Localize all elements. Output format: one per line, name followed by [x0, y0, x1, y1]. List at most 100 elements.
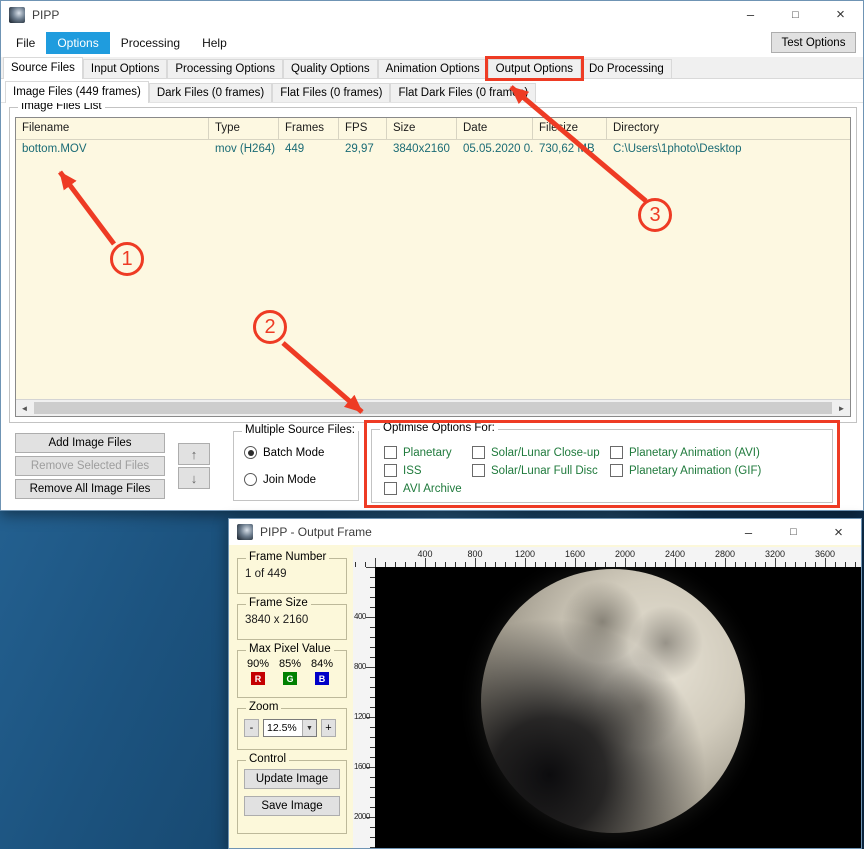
tab-source-files[interactable]: Source Files	[3, 57, 83, 79]
menu-bar: File Options Processing Help Test Option…	[1, 28, 863, 57]
up-arrow-icon: ↑	[191, 447, 198, 462]
remove-selected-files-button[interactable]: Remove Selected Files	[15, 456, 165, 476]
column-header-filename[interactable]: Filename	[16, 118, 209, 139]
table-row[interactable]: bottom.MOV mov (H264) 449 29,97 3840x216…	[16, 140, 850, 160]
max-pixel-b-value: 84%	[306, 658, 338, 670]
subtab-flat-dark-files[interactable]: Flat Dark Files (0 frames)	[390, 83, 536, 102]
horizontal-scrollbar[interactable]: ◄ ►	[16, 399, 850, 416]
ruler-tick-label: 2000	[353, 812, 373, 821]
ruler-tick-label: 400	[353, 612, 373, 621]
ruler-tick-label: 2000	[607, 549, 643, 559]
add-image-files-button[interactable]: Add Image Files	[15, 433, 165, 453]
tab-input-options[interactable]: Input Options	[83, 59, 167, 78]
max-pixel-g-value: 85%	[274, 658, 306, 670]
column-header-fps[interactable]: FPS	[339, 118, 387, 139]
subtab-image-files[interactable]: Image Files (449 frames)	[5, 81, 149, 103]
scroll-right-icon[interactable]: ►	[833, 400, 850, 416]
frame-size-group: Frame Size 3840 x 2160	[237, 604, 347, 640]
subtab-flat-files[interactable]: Flat Files (0 frames)	[272, 83, 390, 102]
column-header-directory[interactable]: Directory	[607, 118, 850, 139]
green-channel-icon: G	[283, 672, 297, 685]
scroll-left-icon[interactable]: ◄	[16, 400, 33, 416]
zoom-level-select[interactable]: 12.5% ▼	[263, 719, 317, 737]
app-icon	[9, 7, 25, 23]
close-button[interactable]: ×	[818, 1, 863, 28]
group-label: Frame Size	[246, 597, 311, 609]
annotation-circle-3: 3	[638, 198, 672, 232]
subtab-dark-files[interactable]: Dark Files (0 frames)	[149, 83, 272, 102]
annotation-circle-1: 1	[110, 242, 144, 276]
ruler-tick-label: 3600	[807, 549, 843, 559]
cell-size: 3840x2160	[387, 140, 457, 160]
zoom-level-value: 12.5%	[264, 722, 302, 734]
column-header-size[interactable]: Size	[387, 118, 457, 139]
column-header-date[interactable]: Date	[457, 118, 533, 139]
ruler-tick-label: 800	[457, 549, 493, 559]
column-header-filesize[interactable]: Filesize	[533, 118, 607, 139]
window-title: PIPP - Output Frame	[260, 525, 372, 539]
minimize-button[interactable]: –	[728, 1, 773, 28]
maximize-button[interactable]: □	[773, 1, 818, 28]
cell-directory: C:\Users\1photo\Desktop	[607, 140, 850, 160]
scrollbar-thumb[interactable]	[34, 402, 832, 414]
zoom-out-button[interactable]: -	[244, 719, 259, 737]
tab-quality-options[interactable]: Quality Options	[283, 59, 378, 78]
remove-all-image-files-button[interactable]: Remove All Image Files	[15, 479, 165, 499]
cell-frames: 449	[279, 140, 339, 160]
blue-channel-icon: B	[315, 672, 329, 685]
test-options-button[interactable]: Test Options	[771, 32, 856, 53]
frame-number-group: Frame Number 1 of 449	[237, 558, 347, 594]
window-title: PIPP	[32, 8, 59, 22]
menu-options[interactable]: Options	[46, 32, 109, 54]
annotation-circle-2: 2	[253, 310, 287, 344]
ruler-tick-label: 1600	[557, 549, 593, 559]
output-titlebar: PIPP - Output Frame – □ ×	[229, 519, 861, 545]
radio-batch-mode[interactable]: Batch Mode	[244, 446, 324, 459]
tab-output-options[interactable]: Output Options	[488, 59, 581, 78]
group-label: Zoom	[246, 701, 281, 713]
multiple-source-files-group: Multiple Source Files: Batch Mode Join M…	[233, 431, 359, 501]
move-down-button[interactable]: ↓	[178, 467, 210, 489]
update-image-button[interactable]: Update Image	[244, 769, 340, 789]
ruler-tick-label: 800	[353, 662, 373, 671]
close-button[interactable]: ×	[816, 519, 861, 545]
max-pixel-value-group: Max Pixel Value 90% 85% 84% R G B	[237, 650, 347, 698]
horizontal-ruler: 400 800 1200 1600 2000 2400 2800 3200 36…	[353, 547, 861, 567]
group-label: Multiple Source Files:	[242, 424, 358, 436]
radio-label: Batch Mode	[263, 447, 324, 459]
radio-label: Join Mode	[263, 474, 316, 486]
annotation-rect-optimise-options	[364, 420, 840, 508]
column-header-frames[interactable]: Frames	[279, 118, 339, 139]
minimize-button[interactable]: –	[726, 519, 771, 545]
cell-fps: 29,97	[339, 140, 387, 160]
tab-animation-options[interactable]: Animation Options	[378, 59, 488, 78]
maximize-button[interactable]: □	[771, 519, 816, 545]
ruler-tick-label: 2400	[657, 549, 693, 559]
main-titlebar: PIPP – □ ×	[1, 1, 863, 28]
menu-file[interactable]: File	[5, 32, 46, 54]
ruler-tick-label: 1600	[353, 762, 373, 771]
group-label: Max Pixel Value	[246, 643, 334, 655]
cell-type: mov (H264)	[209, 140, 279, 160]
ruler-tick-label: 1200	[353, 712, 373, 721]
output-side-panel: Frame Number 1 of 449 Frame Size 3840 x …	[232, 548, 352, 845]
menu-help[interactable]: Help	[191, 32, 238, 54]
tab-processing-options[interactable]: Processing Options	[167, 59, 283, 78]
group-label: Frame Number	[246, 551, 329, 563]
output-frame-window: PIPP - Output Frame – □ × Frame Number 1…	[228, 518, 862, 849]
file-list-header: Filename Type Frames FPS Size Date Files…	[16, 118, 850, 140]
app-icon	[237, 524, 253, 540]
zoom-in-button[interactable]: +	[321, 719, 336, 737]
zoom-group: Zoom - 12.5% ▼ +	[237, 708, 347, 750]
desktop: PIPP – □ × File Options Processing Help …	[0, 0, 864, 849]
radio-icon	[244, 446, 257, 459]
ruler-tick-label: 2800	[707, 549, 743, 559]
main-tab-strip: Source Files Input Options Processing Op…	[1, 57, 863, 79]
move-up-button[interactable]: ↑	[178, 443, 210, 465]
ruler-tick-label: 400	[407, 549, 443, 559]
save-image-button[interactable]: Save Image	[244, 796, 340, 816]
menu-processing[interactable]: Processing	[110, 32, 191, 54]
column-header-type[interactable]: Type	[209, 118, 279, 139]
tab-do-processing[interactable]: Do Processing	[581, 59, 672, 78]
radio-join-mode[interactable]: Join Mode	[244, 473, 316, 486]
